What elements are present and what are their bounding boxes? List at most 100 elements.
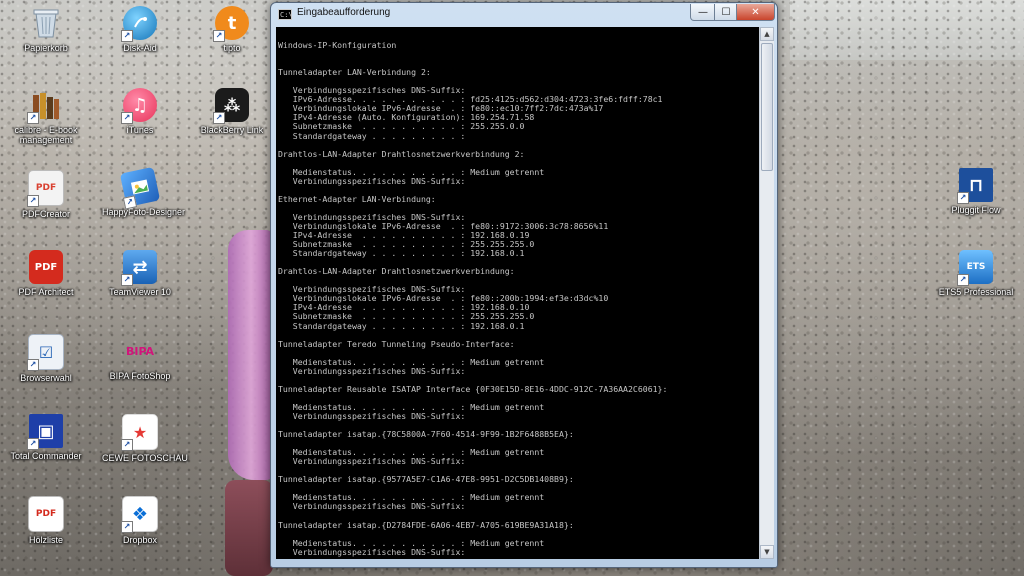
shortcut-arrow-icon: ↗ (27, 195, 39, 207)
pdf-architect-glyph: PDF (34, 261, 58, 273)
pdfcreator-icon: PDF ↗ (27, 170, 64, 207)
desktop-icon-calibre[interactable]: ↗ calibre - E-book management (8, 88, 84, 145)
scroll-down-button[interactable]: ▼ (760, 545, 774, 559)
minimize-icon: — (698, 6, 708, 18)
desktop-icon-label: Dropbox (122, 535, 158, 545)
desktop-icon-label: PDF Architect (18, 287, 74, 297)
console-icon-text: C:\ (280, 11, 293, 19)
console-line: Windows-IP-Konfiguration (278, 40, 397, 51)
desktop-icon-label: BIPA FotoShop (109, 371, 171, 381)
desktop-icon-tipto[interactable]: t ↗ tipto (194, 6, 270, 53)
cewe-glyph: ★ (132, 422, 148, 442)
title-bar[interactable]: C:\ Eingabeaufforderung — ☐ ✕ (271, 3, 777, 25)
desktop-icon-hoelzliste[interactable]: PDF Hölzliste (8, 496, 84, 545)
shortcut-arrow-icon: ↗ (121, 274, 133, 286)
happyfoto-icon: ↗ (119, 166, 161, 210)
desktop-icon-browserwahl[interactable]: ☑ ↗ Browserwahl (8, 334, 84, 383)
desktop-icon-teamviewer[interactable]: ⇄ ↗ TeamViewer 10 (102, 250, 178, 297)
desktop-icon-label: calibre - E-book management (14, 125, 78, 145)
console-line: Tunneladapter LAN-Verbindung 2: (278, 67, 431, 78)
console-line: Standardgateway . . . . . . . . . : 192.… (278, 320, 525, 331)
dropbox-icon: ❖ ↗ (121, 496, 158, 533)
console-line: Ethernet-Adapter LAN-Verbindung: (278, 193, 436, 204)
minimize-button[interactable]: — (690, 4, 716, 21)
total-commander-icon: ▣ ↗ (27, 414, 63, 450)
window-title: Eingabeaufforderung (297, 7, 391, 18)
shortcut-arrow-icon: ↗ (121, 521, 133, 533)
desktop-icon-label: tipto (223, 43, 241, 53)
desktop-icon-label: CEWE FOTOSCHAU (102, 453, 188, 463)
bipa-icon: BIPA (123, 334, 157, 368)
wallpaper-wall (790, 0, 1024, 60)
shortcut-arrow-icon: ↗ (957, 274, 969, 286)
shortcut-arrow-icon: ↗ (121, 112, 133, 124)
console-line: Verbindungsspezifisches DNS-Suffix: (278, 546, 466, 557)
shortcut-arrow-icon: ↗ (27, 438, 39, 450)
pluggit-icon: ⊓ ↗ (957, 168, 993, 204)
desktop-icon-dropbox[interactable]: ❖ ↗ Dropbox (102, 496, 178, 545)
teamviewer-glyph: ⇄ (132, 256, 148, 278)
itunes-icon: ♫ ↗ (121, 88, 157, 124)
blackberry-icon: ⁂ ↗ (213, 88, 249, 124)
scroll-down-icon: ▼ (764, 548, 770, 556)
desktop-icon-disk-aid[interactable]: ↗ Disk-Aid (102, 6, 178, 53)
pdf-file-glyph: PDF (35, 509, 57, 519)
teamviewer-icon: ⇄ ↗ (121, 250, 157, 286)
desktop-icon-blackberry[interactable]: ⁂ ↗ BlackBerry Link (194, 88, 270, 135)
desktop-icon-happyfoto[interactable]: ↗ HappyFoto-Designer (102, 166, 186, 217)
console-line: Drahtlos-LAN-Adapter Drahtlosnetzwerkver… (278, 266, 515, 277)
wallpaper-toy-base (225, 480, 273, 576)
maximize-button[interactable]: ☐ (714, 4, 738, 21)
blackberry-glyph: ⁂ (223, 95, 241, 115)
console-line: Verbindungsspezifisches DNS-Suffix: (278, 365, 466, 376)
itunes-glyph: ♫ (131, 94, 149, 116)
desktop-icon-itunes[interactable]: ♫ ↗ iTunes (102, 88, 178, 135)
desktop-icon-papierkorb[interactable]: Papierkorb (8, 6, 84, 53)
recycle-bin-icon (29, 6, 63, 40)
maximize-icon: ☐ (721, 6, 731, 18)
console-line: Tunneladapter isatap.{D2784FDE-6A06-4EB7… (278, 519, 574, 530)
desktop-icon-bipa[interactable]: BIPA BIPA FotoShop (102, 334, 178, 382)
console-line: Tunneladapter Reusable ISATAP Interface … (278, 383, 668, 394)
desktop-icon-cewe[interactable]: ★ ↗ CEWE FOTOSCHAU (102, 414, 188, 463)
disk-aid-icon: ↗ (121, 6, 157, 42)
command-prompt-window[interactable]: C:\ Eingabeaufforderung — ☐ ✕ Windows-IP… (270, 2, 778, 568)
desktop-icon-label: iTunes (126, 125, 154, 135)
scrollbar-thumb[interactable] (761, 43, 773, 171)
pdfcreator-glyph: PDF (35, 183, 57, 193)
shortcut-arrow-icon: ↗ (27, 112, 39, 124)
vertical-scrollbar[interactable]: ▲ ▼ (759, 27, 774, 559)
desktop-icon-label: HappyFoto-Designer (102, 207, 186, 217)
desktop-icon-label: Total Commander (10, 451, 82, 461)
ets5-glyph: ETS (966, 262, 986, 272)
desktop-icon-pluggit-flow[interactable]: ⊓ ↗ Pluggit Flow (938, 168, 1014, 215)
tipto-icon: t ↗ (213, 6, 249, 42)
console-line: Verbindungsspezifisches DNS-Suffix: (278, 410, 466, 421)
tipto-glyph: t (227, 12, 237, 34)
total-commander-glyph: ▣ (37, 420, 55, 442)
calibre-books-icon: ↗ (27, 88, 63, 124)
shortcut-arrow-icon: ↗ (122, 195, 138, 210)
desktop-icon-label: Pluggit Flow (951, 205, 1001, 215)
ets5-icon: ETS ↗ (957, 250, 993, 286)
browserwahl-glyph: ☑ (38, 342, 54, 362)
wallpaper-toy (228, 230, 274, 480)
desktop-icon-pdfcreator[interactable]: PDF ↗ PDFCreator (8, 170, 84, 219)
console-output[interactable]: Windows-IP-Konfiguration Tunneladapter L… (276, 27, 759, 559)
console-line: Verbindungsspezifisches DNS-Suffix: (278, 175, 466, 186)
console-line: Verbindungsspezifisches DNS-Suffix: (278, 456, 466, 467)
console-line: Verbindungsspezifisches DNS-Suffix: (278, 501, 466, 512)
scroll-up-icon: ▲ (764, 30, 770, 38)
scroll-up-button[interactable]: ▲ (760, 27, 774, 41)
shortcut-arrow-icon: ↗ (121, 30, 133, 42)
desktop-icon-label: ETS5 Professional (938, 287, 1014, 297)
console-line: Tunneladapter isatap.{9577A5E7-C1A6-47E8… (278, 474, 574, 485)
console-line: Standardgateway . . . . . . . . . : (278, 130, 466, 141)
desktop-icon-label: BlackBerry Link (200, 125, 264, 135)
desktop-icon-label: TeamViewer 10 (109, 287, 171, 297)
browserwahl-icon: ☑ ↗ (27, 334, 64, 371)
desktop-icon-pdf-architect[interactable]: PDF PDF Architect (8, 250, 84, 297)
desktop-icon-ets5[interactable]: ETS ↗ ETS5 Professional (938, 250, 1014, 297)
close-button[interactable]: ✕ (736, 4, 775, 21)
desktop-icon-total-commander[interactable]: ▣ ↗ Total Commander (8, 414, 84, 461)
